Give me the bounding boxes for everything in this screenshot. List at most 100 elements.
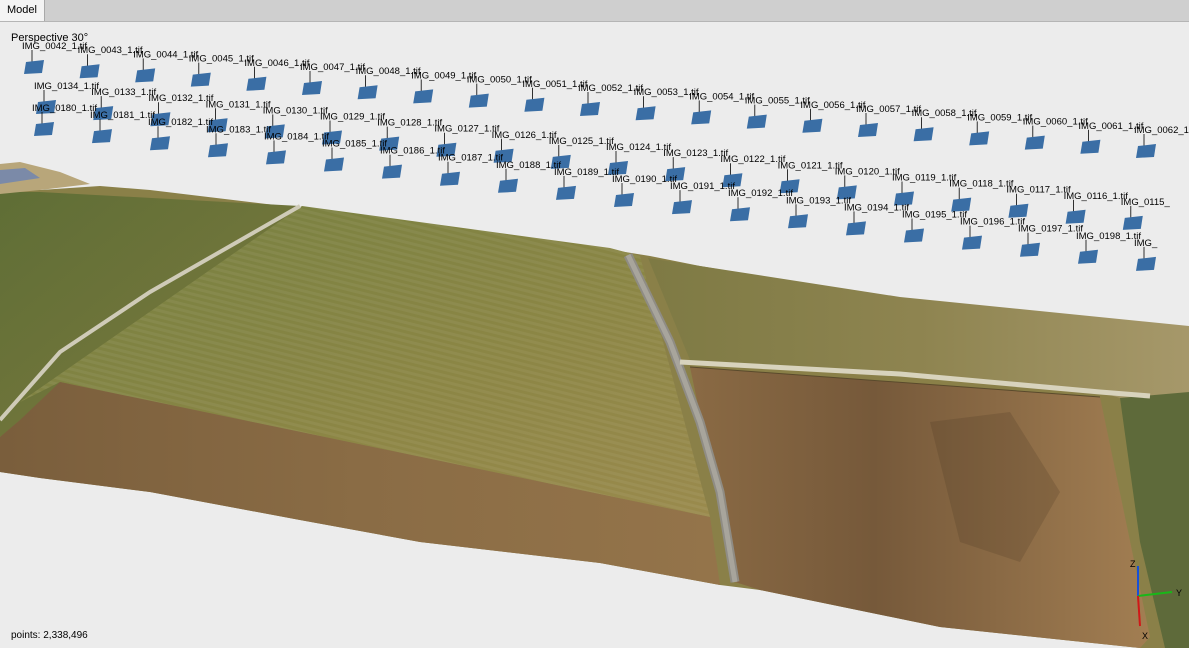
camera-marker[interactable]: IMG_0186_1.tif xyxy=(380,146,445,179)
camera-label: IMG_0180_1.tif xyxy=(32,103,97,114)
camera-icon[interactable] xyxy=(324,157,344,172)
camera-icon[interactable] xyxy=(556,185,576,200)
camera-marker[interactable]: IMG_0196_1.tif xyxy=(960,217,1025,250)
camera-label: IMG_0131_1.tif xyxy=(206,99,271,110)
camera-icon[interactable] xyxy=(969,131,990,146)
camera-label: IMG_0123_1.tif xyxy=(663,148,728,159)
camera-marker[interactable]: IMG_0198_1.tif xyxy=(1076,231,1141,264)
camera-marker[interactable]: IMG_0183_1.tif xyxy=(206,124,271,158)
camera-label: IMG_0117_1.tif xyxy=(1006,185,1071,196)
camera-icon[interactable] xyxy=(208,143,228,158)
camera-label: IMG_0118_1.tif xyxy=(949,179,1014,190)
camera-marker[interactable]: IMG_0185_1.tif xyxy=(322,139,387,172)
camera-icon[interactable] xyxy=(1080,139,1101,154)
camera-label: IMG_0187_1.tif xyxy=(438,153,503,164)
camera-marker[interactable]: IMG_0192_1.tif xyxy=(728,188,793,222)
camera-icon[interactable] xyxy=(904,228,924,243)
camera-marker[interactable]: IMG_0197_1.tif xyxy=(1018,224,1083,257)
camera-marker[interactable]: IMG_0195_1.tif xyxy=(902,210,967,243)
camera-marker[interactable]: IMG_0194_1.tif xyxy=(844,202,909,236)
camera-marker[interactable]: IMG_0182_1.tif xyxy=(148,117,213,151)
camera-marker[interactable]: IMG_0184_1.tif xyxy=(264,131,329,165)
camera-label: IMG_0134_1.tif xyxy=(34,81,99,92)
camera-icon[interactable] xyxy=(190,72,211,87)
camera-icon[interactable] xyxy=(246,76,267,91)
camera-marker[interactable]: IMG_0191_1.tif xyxy=(670,181,735,215)
camera-label: IMG_0198_1.tif xyxy=(1076,231,1141,242)
camera-label: IMG_ xyxy=(1134,238,1158,249)
camera-marker[interactable]: IMG_0193_1.tif xyxy=(786,195,851,229)
camera-icon[interactable] xyxy=(357,85,378,100)
projection-label: Perspective 30° xyxy=(11,32,89,44)
camera-icon[interactable] xyxy=(802,118,823,133)
camera-marker[interactable]: IMG_0181_1.tif xyxy=(90,110,155,144)
camera-icon[interactable] xyxy=(1136,256,1156,271)
camera-label: IMG_0125_1.tif xyxy=(549,136,614,147)
camera-icon[interactable] xyxy=(746,114,767,129)
camera-label: IMG_0119_1.tif xyxy=(892,173,957,184)
camera-marker[interactable]: IMG_0190_1.tif xyxy=(612,174,677,207)
camera-icon[interactable] xyxy=(1008,203,1029,218)
camera-label: IMG_0121_1.tif xyxy=(778,160,843,171)
camera-icon[interactable] xyxy=(266,150,286,165)
camera-icon[interactable] xyxy=(468,93,489,108)
camera-icon[interactable] xyxy=(846,221,866,236)
terrain xyxy=(0,162,1189,648)
camera-icon[interactable] xyxy=(302,81,322,95)
tab-model[interactable]: Model xyxy=(0,0,45,21)
camera-icon[interactable] xyxy=(79,64,100,79)
3d-viewport[interactable]: IMG_0042_1.tif IMG_0043_1.tif IMG_0044_1.t… xyxy=(0,22,1189,648)
camera-icon[interactable] xyxy=(730,207,750,222)
camera-icon[interactable] xyxy=(962,235,982,250)
camera-label: IMG_0186_1.tif xyxy=(380,146,445,157)
camera-icon[interactable] xyxy=(858,123,878,137)
tab-bar: Model xyxy=(0,0,1189,22)
camera-label: IMG_0126_1.tif xyxy=(492,130,557,141)
camera-icon[interactable] xyxy=(150,136,170,151)
camera-icon[interactable] xyxy=(524,97,545,112)
camera-icon[interactable] xyxy=(92,129,112,144)
camera-marker[interactable]: IMG_ xyxy=(1134,238,1158,271)
camera-icon[interactable] xyxy=(1136,144,1156,158)
camera-label: IMG_0132_1.tif xyxy=(148,93,213,104)
axis-y-label: Y xyxy=(1176,588,1182,598)
axis-x-label: X xyxy=(1142,631,1148,641)
camera-icon[interactable] xyxy=(635,106,656,121)
camera-icon[interactable] xyxy=(691,110,712,125)
camera-icon[interactable] xyxy=(788,214,808,229)
camera-marker[interactable]: IMG_0115_ xyxy=(1121,197,1171,230)
camera-marker[interactable]: IMG_0062_1.tif xyxy=(1134,125,1189,158)
camera-label: IMG_0122_1.tif xyxy=(720,154,785,165)
camera-marker[interactable]: IMG_0119_1.tif xyxy=(892,173,957,206)
camera-marker[interactable]: IMG_0117_1.tif xyxy=(1006,185,1071,218)
axis-z-label: Z xyxy=(1130,559,1136,569)
camera-label: IMG_0193_1.tif xyxy=(786,195,851,206)
camera-icon[interactable] xyxy=(1020,242,1040,257)
camera-label: IMG_0192_1.tif xyxy=(728,188,793,199)
camera-label: IMG_0183_1.tif xyxy=(206,124,271,135)
camera-marker[interactable]: IMG_0187_1.tif xyxy=(438,153,503,186)
camera-icon[interactable] xyxy=(913,127,934,142)
camera-marker[interactable]: IMG_0189_1.tif xyxy=(554,167,619,200)
camera-icon[interactable] xyxy=(1065,209,1086,224)
camera-icon[interactable] xyxy=(1024,135,1045,150)
camera-label: IMG_0115_ xyxy=(1121,197,1171,208)
camera-marker[interactable]: IMG_0116_1.tif xyxy=(1064,191,1129,224)
camera-icon[interactable] xyxy=(1122,215,1143,230)
point-cloud-scene[interactable]: IMG_0042_1.tifIMG_0043_1.tifIMG_0044_1.t… xyxy=(0,22,1189,648)
camera-icon[interactable] xyxy=(24,60,44,74)
camera-icon[interactable] xyxy=(382,164,402,179)
camera-icon[interactable] xyxy=(498,178,518,193)
camera-marker[interactable]: IMG_0188_1.tif xyxy=(496,160,561,193)
camera-marker[interactable]: IMG_0118_1.tif xyxy=(949,179,1014,212)
camera-icon[interactable] xyxy=(34,122,54,136)
camera-icon[interactable] xyxy=(440,171,460,186)
camera-icon[interactable] xyxy=(1078,249,1098,264)
camera-icon[interactable] xyxy=(413,89,434,104)
camera-marker[interactable]: IMG_0180_1.tif xyxy=(32,103,97,136)
camera-label: IMG_0116_1.tif xyxy=(1064,191,1129,202)
camera-icon[interactable] xyxy=(135,68,156,83)
camera-icon[interactable] xyxy=(580,102,600,116)
camera-icon[interactable] xyxy=(614,193,634,207)
camera-icon[interactable] xyxy=(672,200,692,215)
